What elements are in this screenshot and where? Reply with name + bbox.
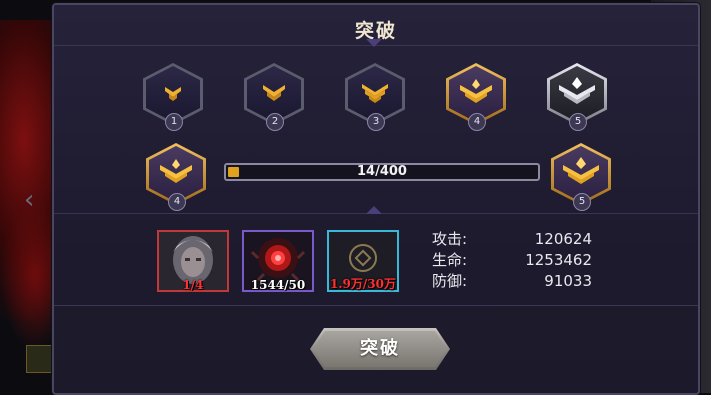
- rank-badge-4: 4: [446, 63, 506, 131]
- rank-badge-5: 5: [547, 63, 607, 131]
- rank-number: 5: [573, 193, 591, 211]
- material-count: 1.9万/30万: [330, 277, 396, 291]
- rank-number: 3: [367, 113, 385, 131]
- rank-number: 1: [165, 113, 183, 131]
- material-count: 1544/50: [250, 278, 306, 292]
- rank-number: 4: [168, 193, 186, 211]
- rank-badge-2: 2: [244, 63, 304, 131]
- rank-badge-3: 3: [345, 63, 405, 131]
- breakthrough-button[interactable]: 突破: [310, 328, 450, 370]
- material-count: 1/4: [182, 278, 204, 292]
- stat-hp: 生命: 1253462: [432, 250, 592, 271]
- material-slot-crystal[interactable]: 1544/50: [242, 230, 314, 292]
- button-label: 突破: [360, 338, 400, 359]
- stat-defense: 防御: 91033: [432, 271, 592, 292]
- stat-value: 1253462: [525, 251, 592, 269]
- stat-label: 生命:: [432, 251, 468, 269]
- rank-badge-1: 1: [143, 63, 203, 131]
- stat-label: 防御:: [432, 272, 468, 290]
- dialog-title: 突破: [354, 20, 397, 42]
- divider-bottom: [54, 305, 698, 306]
- current-rank-badge: 4: [146, 143, 206, 211]
- progress-text: 14/400: [357, 164, 407, 179]
- stats-panel: 攻击: 120624 生命: 1253462 防御: 91033: [432, 229, 592, 292]
- material-slot-coin[interactable]: 1.9万/30万: [327, 230, 399, 292]
- rank-number: 5: [569, 113, 587, 131]
- stat-value: 120624: [534, 230, 592, 248]
- progress-bar: 14/400: [224, 163, 540, 181]
- breakthrough-dialog: 突破 1 2 3 4 5 4 14/400 5 1/4 1544/50 1.9万…: [52, 3, 700, 395]
- background-item-icon: [26, 345, 52, 373]
- progress-row: 4 14/400 5: [54, 141, 698, 211]
- material-slot-hero[interactable]: 1/4: [157, 230, 229, 292]
- next-rank-badge: 5: [551, 143, 611, 211]
- stat-label: 攻击:: [432, 230, 468, 248]
- left-arrow-icon: ‹: [24, 185, 35, 215]
- stat-attack: 攻击: 120624: [432, 229, 592, 250]
- rank-number: 4: [468, 113, 486, 131]
- rank-number: 2: [266, 113, 284, 131]
- stat-value: 91033: [544, 272, 592, 290]
